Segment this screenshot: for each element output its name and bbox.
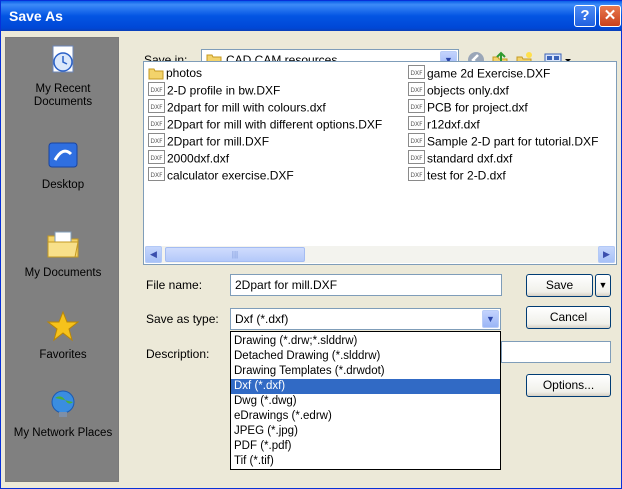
list-item[interactable]: photos [148, 65, 202, 82]
file-name: r12dxf.dxf [427, 117, 480, 132]
svg-text:DXF: DXF [410, 104, 423, 111]
place-network[interactable]: My Network Places [6, 388, 120, 440]
save-type-combo[interactable]: Dxf (*.dxf) ▼ [230, 308, 501, 330]
list-item[interactable]: DXF test for 2-D.dxf [408, 167, 506, 184]
dxf-file-icon: DXF [408, 167, 425, 186]
list-item[interactable]: DXF PCB for project.dxf [408, 99, 528, 116]
window-title: Save As [9, 8, 63, 24]
dxf-file-icon: DXF [148, 167, 165, 186]
save-button[interactable]: Save [526, 274, 593, 297]
svg-text:DXF: DXF [150, 155, 163, 162]
desktop-icon [48, 142, 78, 168]
file-name: PCB for project.dxf [427, 100, 528, 115]
file-name: 2Dpart for mill with different options.D… [167, 117, 383, 132]
svg-text:DXF: DXF [410, 138, 423, 145]
dropdown-option[interactable]: PDF (*.pdf) [231, 439, 500, 454]
file-name: objects only.dxf [427, 83, 509, 98]
title-bar: Save As ? ✕ [1, 1, 622, 31]
file-name: 2Dpart for mill.DXF [167, 134, 270, 149]
svg-text:DXF: DXF [150, 138, 163, 145]
places-bar: My Recent Documents Desktop My Documents… [5, 37, 119, 482]
save-as-dialog: Save As ? ✕ My Recent Documents Desktop [0, 0, 622, 489]
list-item[interactable]: DXF objects only.dxf [408, 82, 509, 99]
place-my-documents[interactable]: My Documents [6, 228, 120, 280]
place-recent-documents[interactable]: My Recent Documents [6, 44, 120, 109]
place-favorites[interactable]: Favorites [6, 310, 120, 362]
list-item[interactable]: DXF 2dpart for mill with colours.dxf [148, 99, 326, 116]
file-name: 2dpart for mill with colours.dxf [167, 100, 326, 115]
dropdown-option[interactable]: Tif (*.tif) [231, 454, 500, 469]
svg-text:DXF: DXF [150, 121, 163, 128]
list-item[interactable]: DXF 2Dpart for mill.DXF [148, 133, 269, 150]
file-name: game 2d Exercise.DXF [427, 66, 551, 81]
list-item[interactable]: DXF standard dxf.dxf [408, 150, 512, 167]
svg-text:DXF: DXF [150, 87, 163, 94]
save-type-value: Dxf (*.dxf) [235, 312, 289, 326]
file-list[interactable]: photos DXF 2-D profile in bw.DXF DXF 2dpar… [143, 61, 617, 265]
svg-text:DXF: DXF [410, 70, 423, 77]
chevron-down-icon[interactable]: ▼ [482, 310, 499, 328]
svg-text:DXF: DXF [410, 172, 423, 179]
list-item[interactable]: DXF r12dxf.dxf [408, 116, 480, 133]
scroll-right-icon[interactable]: ▶ [598, 246, 615, 263]
list-item[interactable]: DXF calculator exercise.DXF [148, 167, 294, 184]
dropdown-option[interactable]: Dwg (*.dwg) [231, 394, 500, 409]
file-name: 2-D profile in bw.DXF [167, 83, 281, 98]
help-button[interactable]: ? [574, 5, 596, 27]
list-item[interactable]: DXF 2000dxf.dxf [148, 150, 229, 167]
place-label: My Recent Documents [33, 83, 93, 108]
description-label: Description: [146, 347, 210, 361]
place-label: Desktop [41, 179, 85, 191]
dropdown-option[interactable]: eDrawings (*.edrw) [231, 409, 500, 424]
cancel-button[interactable]: Cancel [526, 306, 611, 329]
svg-text:DXF: DXF [150, 104, 163, 111]
place-label: Favorites [39, 349, 87, 361]
svg-text:DXF: DXF [410, 155, 423, 162]
file-name-label: File name: [146, 278, 203, 292]
my-documents-icon [47, 231, 79, 258]
file-name: photos [166, 66, 203, 80]
dropdown-option[interactable]: JPEG (*.jpg) [231, 424, 500, 439]
scroll-left-icon[interactable]: ◀ [145, 246, 162, 263]
file-name: calculator exercise.DXF [167, 168, 294, 183]
scroll-thumb[interactable]: ||| [165, 247, 305, 262]
list-item[interactable]: DXF 2-D profile in bw.DXF [148, 82, 280, 99]
list-item[interactable]: DXF game 2d Exercise.DXF [408, 65, 550, 82]
save-options-arrow-icon[interactable]: ▼ [595, 274, 611, 297]
dropdown-option[interactable]: Drawing Templates (*.drwdot) [231, 364, 500, 379]
close-button[interactable]: ✕ [599, 5, 621, 27]
list-item[interactable]: DXF 2Dpart for mill with different option… [148, 116, 382, 133]
network-places-icon [51, 390, 75, 417]
horizontal-scrollbar[interactable]: ◀ ||| ▶ [145, 246, 615, 263]
list-item[interactable]: DXF Sample 2-D part for tutorial.DXF [408, 133, 598, 150]
recent-documents-icon [52, 45, 74, 73]
folder-icon [148, 68, 164, 80]
file-name: 2000dxf.dxf [167, 151, 230, 166]
place-label: My Documents [24, 267, 102, 279]
save-type-dropdown-list[interactable]: Drawing (*.drw;*.slddrw) Detached Drawing… [230, 331, 501, 470]
dropdown-option[interactable]: Dxf (*.dxf) [231, 379, 500, 394]
options-button[interactable]: Options... [526, 374, 611, 397]
dropdown-option[interactable]: Drawing (*.drw;*.slddrw) [231, 334, 500, 349]
place-desktop[interactable]: Desktop [6, 140, 120, 192]
save-type-label: Save as type: [146, 312, 219, 326]
place-label: My Network Places [13, 427, 113, 439]
dropdown-option[interactable]: Detached Drawing (*.slddrw) [231, 349, 500, 364]
favorites-icon [46, 310, 80, 342]
file-name-input[interactable]: 2Dpart for mill.DXF [230, 274, 502, 296]
description-input[interactable] [501, 341, 611, 363]
file-name: standard dxf.dxf [427, 151, 513, 166]
file-name: test for 2-D.dxf [427, 168, 506, 183]
svg-text:DXF: DXF [410, 87, 423, 94]
svg-text:DXF: DXF [150, 172, 163, 179]
file-name: Sample 2-D part for tutorial.DXF [427, 134, 599, 149]
svg-text:DXF: DXF [410, 121, 423, 128]
